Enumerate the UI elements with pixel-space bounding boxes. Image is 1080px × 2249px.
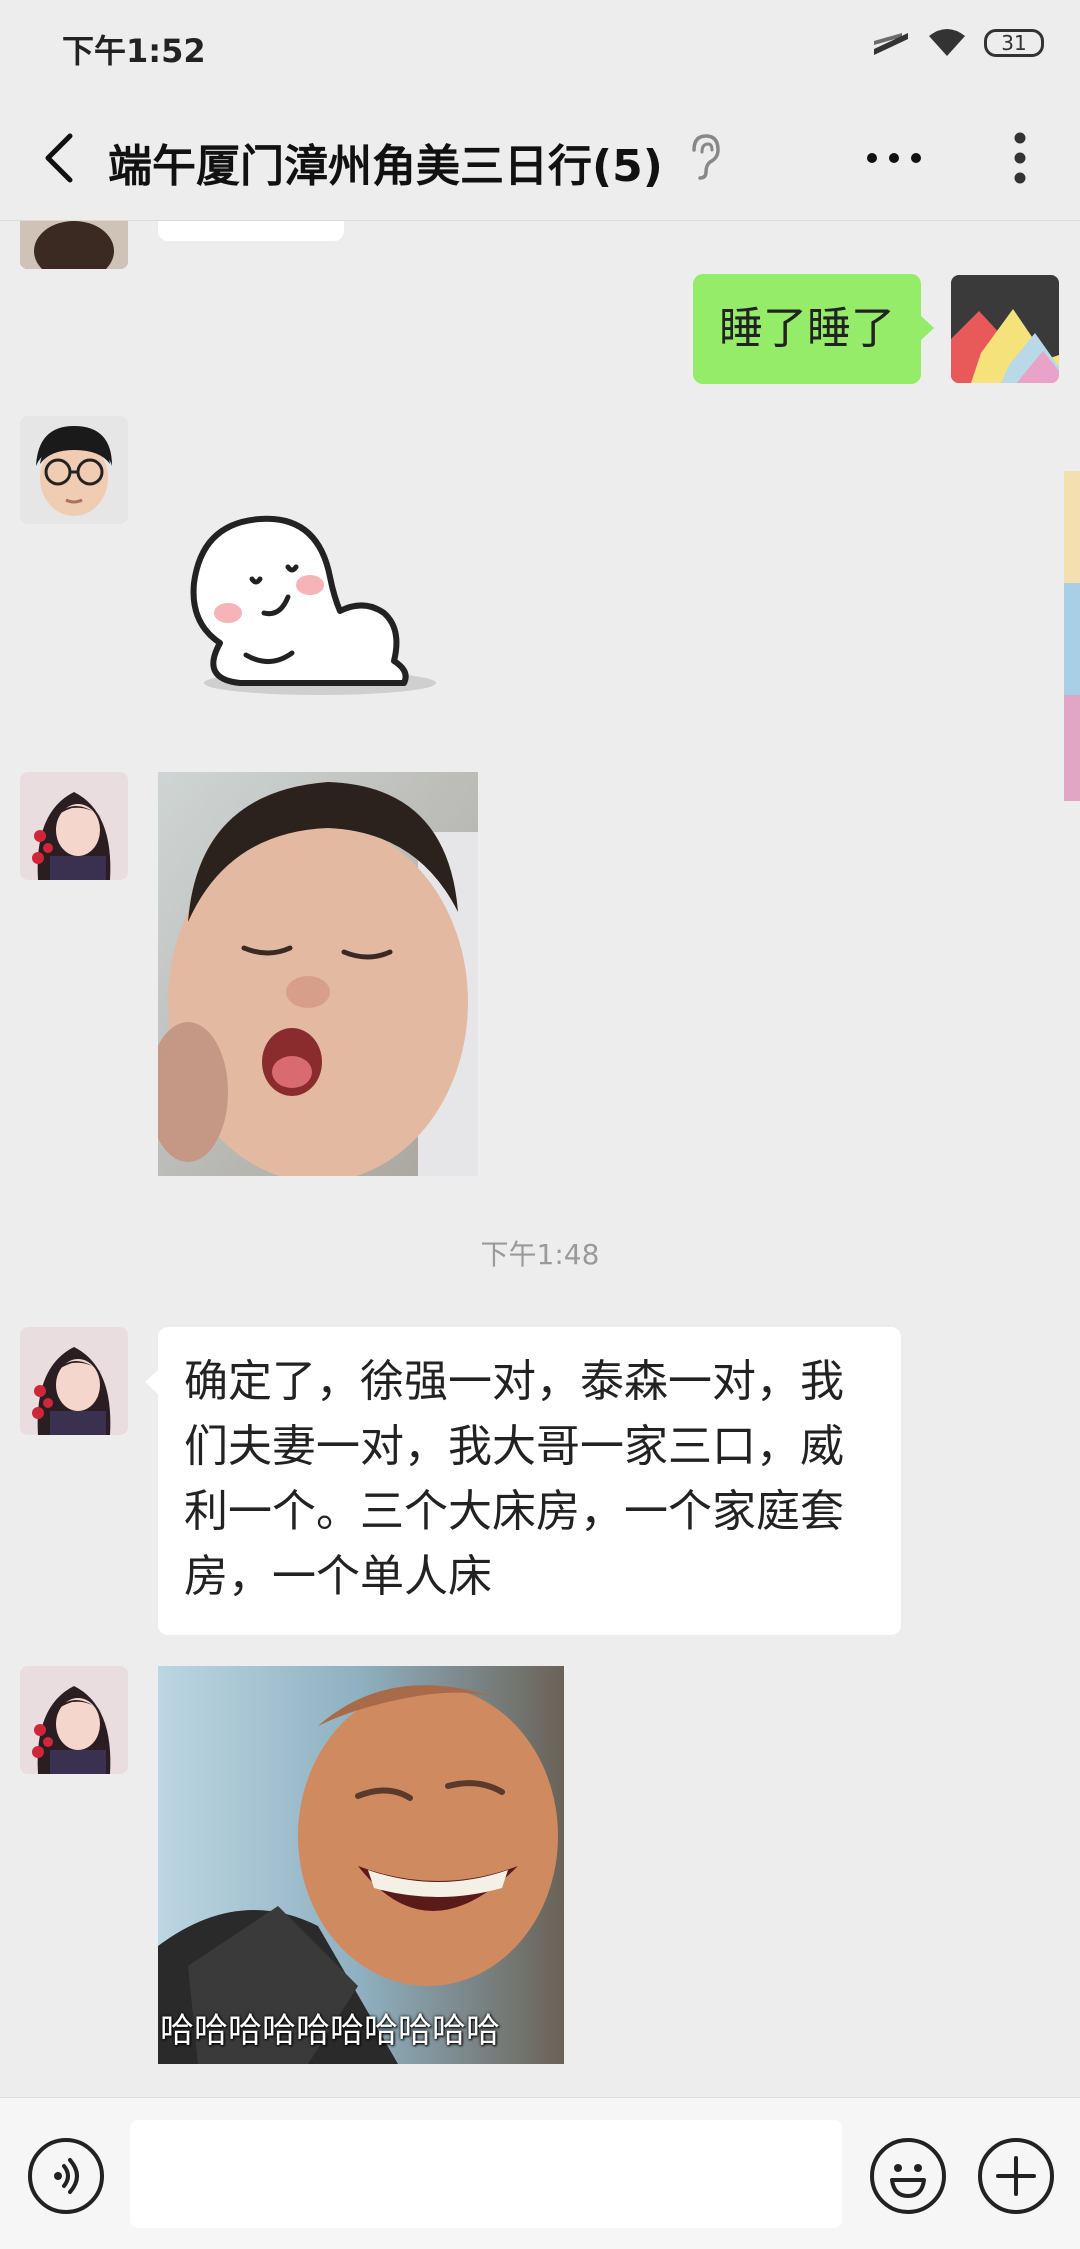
avatar[interactable] (20, 1666, 128, 1774)
laughing-man-gif[interactable]: 哈哈哈哈哈哈哈哈哈哈 (158, 1666, 564, 2064)
signal-icon (874, 33, 908, 55)
emoji-button[interactable] (870, 2138, 946, 2214)
message-input[interactable] (130, 2120, 842, 2228)
chat-title: 端午厦门漳州角美三日行(5) (108, 141, 663, 192)
voice-button[interactable] (28, 2138, 104, 2214)
plus-button[interactable] (978, 2138, 1054, 2214)
battery-level: 31 (1001, 31, 1027, 55)
partial-message-bubble[interactable] (158, 221, 344, 241)
side-strip-yellow (1064, 471, 1080, 583)
back-arrow-icon (45, 133, 73, 183)
input-bar (0, 2097, 1080, 2249)
back-button[interactable] (28, 126, 92, 190)
sleeping-baby-yawning-photo[interactable] (158, 772, 478, 1176)
avatar[interactable] (20, 221, 128, 269)
ear-icon (692, 134, 720, 180)
girl-avatar-image (20, 1327, 128, 1435)
avatar-self[interactable] (951, 275, 1059, 383)
bubble-tail-other (145, 1369, 159, 1395)
more-vertical-icon[interactable] (1002, 126, 1038, 190)
more-horizontal-icon[interactable] (862, 134, 926, 182)
wifi-icon (929, 29, 965, 56)
chat-header: 端午厦门漳州角美三日行(5) (0, 96, 1080, 221)
status-time: 下午1:52 (62, 32, 206, 70)
avatar[interactable] (20, 416, 128, 524)
status-icons: 31 (872, 28, 1044, 58)
girl-avatar-image (20, 1666, 128, 1774)
voice-icon (54, 2158, 79, 2194)
status-bar: 下午1:52 31 (0, 0, 1080, 96)
plus-icon (996, 2156, 1036, 2196)
glasses-person-avatar-image (20, 416, 128, 524)
timestamp: 下午1:48 (480, 1238, 600, 1271)
side-strip-pink (1064, 695, 1080, 801)
emoji-icon (890, 2164, 926, 2198)
message-text: 确定了，徐强一对，泰森一对，我们夫妻一对，我大哥一家三口，威利一个。三个大床房，… (184, 1356, 844, 1602)
bubble-tail-self (920, 315, 934, 341)
message-bubble-self[interactable]: 睡了睡了 (693, 274, 921, 384)
mountain-avatar-image (951, 275, 1059, 383)
message-text: 睡了睡了 (719, 303, 895, 354)
white-blob-lying-sticker[interactable] (180, 493, 440, 697)
battery-icon: 31 (984, 29, 1044, 57)
message-bubble[interactable]: 确定了，徐强一对，泰森一对，我们夫妻一对，我大哥一家三口，威利一个。三个大床房，… (158, 1327, 901, 1635)
side-strip-blue (1064, 583, 1080, 695)
girl-avatar-image (20, 772, 128, 880)
gif-caption: 哈哈哈哈哈哈哈哈哈哈 (160, 2011, 500, 2051)
avatar[interactable] (20, 1327, 128, 1435)
message-list[interactable]: 睡了睡了 下午1:48 确定了，徐强一对，泰森一对，我们夫妻一对，我大哥一家三口… (0, 221, 1080, 2097)
avatar[interactable] (20, 772, 128, 880)
